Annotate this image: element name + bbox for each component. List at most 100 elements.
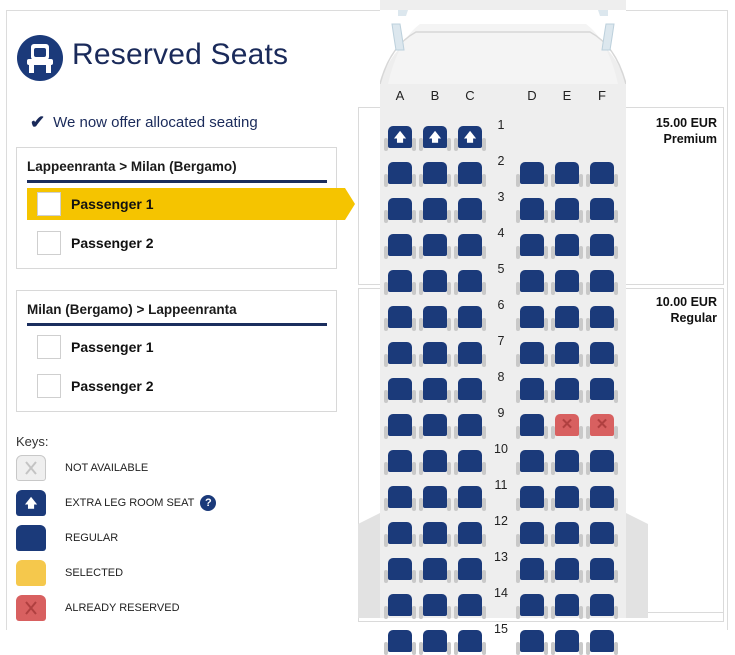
seat-10c[interactable] — [454, 450, 486, 475]
seat-7b[interactable] — [419, 342, 451, 367]
seat-11a[interactable] — [384, 486, 416, 511]
seat-15b[interactable] — [419, 630, 451, 655]
seat-9c[interactable] — [454, 414, 486, 439]
row-number: 9 — [497, 406, 505, 420]
seat-3f[interactable] — [586, 198, 618, 223]
passenger-2-return[interactable]: Passenger 2 — [27, 370, 329, 402]
seat-13e[interactable] — [551, 558, 583, 583]
seat-14e[interactable] — [551, 594, 583, 619]
seat-14b[interactable] — [419, 594, 451, 619]
seat-14d[interactable] — [516, 594, 548, 619]
seat-11e[interactable] — [551, 486, 583, 511]
seat-12b[interactable] — [419, 522, 451, 547]
seat-7d[interactable] — [516, 342, 548, 367]
seat-13d[interactable] — [516, 558, 548, 583]
seat-6d[interactable] — [516, 306, 548, 331]
seat-4e[interactable] — [551, 234, 583, 259]
seat-2a[interactable] — [384, 162, 416, 187]
seat-8e[interactable] — [551, 378, 583, 403]
help-icon[interactable]: ? — [200, 495, 217, 511]
seat-6a[interactable] — [384, 306, 416, 331]
seat-8c[interactable] — [454, 378, 486, 403]
seat-3c[interactable] — [454, 198, 486, 223]
seat-3a[interactable] — [384, 198, 416, 223]
seat-10f[interactable] — [586, 450, 618, 475]
seat-13c[interactable] — [454, 558, 486, 583]
seat-11f[interactable] — [586, 486, 618, 511]
seat-12e[interactable] — [551, 522, 583, 547]
row-number: 5 — [497, 262, 505, 276]
seat-9d[interactable] — [516, 414, 548, 439]
seat-7c[interactable] — [454, 342, 486, 367]
seat-14a[interactable] — [384, 594, 416, 619]
seat-15c[interactable] — [454, 630, 486, 655]
seat-3b[interactable] — [419, 198, 451, 223]
seat-5e[interactable] — [551, 270, 583, 295]
seat-4b[interactable] — [419, 234, 451, 259]
seat-9a[interactable] — [384, 414, 416, 439]
seat-14c[interactable] — [454, 594, 486, 619]
seat-10e[interactable] — [551, 450, 583, 475]
passenger-1-outbound[interactable]: Passenger 1 — [27, 188, 355, 220]
seat-10d[interactable] — [516, 450, 548, 475]
seat-13b[interactable] — [419, 558, 451, 583]
seat-9e: ✕ — [551, 414, 583, 439]
seat-7a[interactable] — [384, 342, 416, 367]
seat-7f[interactable] — [586, 342, 618, 367]
seat-14f[interactable] — [586, 594, 618, 619]
seat-9b[interactable] — [419, 414, 451, 439]
seat-3d[interactable] — [516, 198, 548, 223]
seat-4c[interactable] — [454, 234, 486, 259]
seat-4d[interactable] — [516, 234, 548, 259]
seat-1c[interactable]: 🡅 — [454, 126, 486, 151]
seat-4a[interactable] — [384, 234, 416, 259]
seat-5b[interactable] — [419, 270, 451, 295]
price-amount: 15.00 EUR — [655, 116, 717, 130]
seat-12d[interactable] — [516, 522, 548, 547]
passenger-2-outbound[interactable]: Passenger 2 — [27, 227, 329, 259]
seat-1a[interactable]: 🡅 — [384, 126, 416, 151]
seat-8b[interactable] — [419, 378, 451, 403]
seat-5f[interactable] — [586, 270, 618, 295]
key-label: NOT AVAILABLE — [65, 462, 149, 474]
seat-15f[interactable] — [586, 630, 618, 655]
seat-2d[interactable] — [516, 162, 548, 187]
seat-11d[interactable] — [516, 486, 548, 511]
seat-2c[interactable] — [454, 162, 486, 187]
seat-3e[interactable] — [551, 198, 583, 223]
seat-6b[interactable] — [419, 306, 451, 331]
seat-8d[interactable] — [516, 378, 548, 403]
seat-15e[interactable] — [551, 630, 583, 655]
seat-12c[interactable] — [454, 522, 486, 547]
seat-2b[interactable] — [419, 162, 451, 187]
seat-13a[interactable] — [384, 558, 416, 583]
seat-13f[interactable] — [586, 558, 618, 583]
keys-title: Keys: — [16, 434, 49, 449]
seat-2f[interactable] — [586, 162, 618, 187]
seat-8a[interactable] — [384, 378, 416, 403]
seat-11c[interactable] — [454, 486, 486, 511]
seat-12f[interactable] — [586, 522, 618, 547]
seat-6c[interactable] — [454, 306, 486, 331]
seat-10a[interactable] — [384, 450, 416, 475]
seat-15a[interactable] — [384, 630, 416, 655]
route-title: Lappeenranta > Milan (Bergamo) — [27, 159, 327, 183]
seat-5c[interactable] — [454, 270, 486, 295]
seat-8f[interactable] — [586, 378, 618, 403]
seat-15d[interactable] — [516, 630, 548, 655]
checkmark-icon: ✔ — [30, 112, 46, 132]
seat-10b[interactable] — [419, 450, 451, 475]
seat-6e[interactable] — [551, 306, 583, 331]
passenger-1-return[interactable]: Passenger 1 — [27, 331, 329, 363]
seat-11b[interactable] — [419, 486, 451, 511]
seat-5a[interactable] — [384, 270, 416, 295]
key-label: ALREADY RESERVED — [65, 602, 180, 614]
seat-4f[interactable] — [586, 234, 618, 259]
seat-2e[interactable] — [551, 162, 583, 187]
seat-12a[interactable] — [384, 522, 416, 547]
seat-7e[interactable] — [551, 342, 583, 367]
seat-1b[interactable]: 🡅 — [419, 126, 451, 151]
seat-6f[interactable] — [586, 306, 618, 331]
column-header-f: F — [598, 88, 606, 103]
seat-5d[interactable] — [516, 270, 548, 295]
